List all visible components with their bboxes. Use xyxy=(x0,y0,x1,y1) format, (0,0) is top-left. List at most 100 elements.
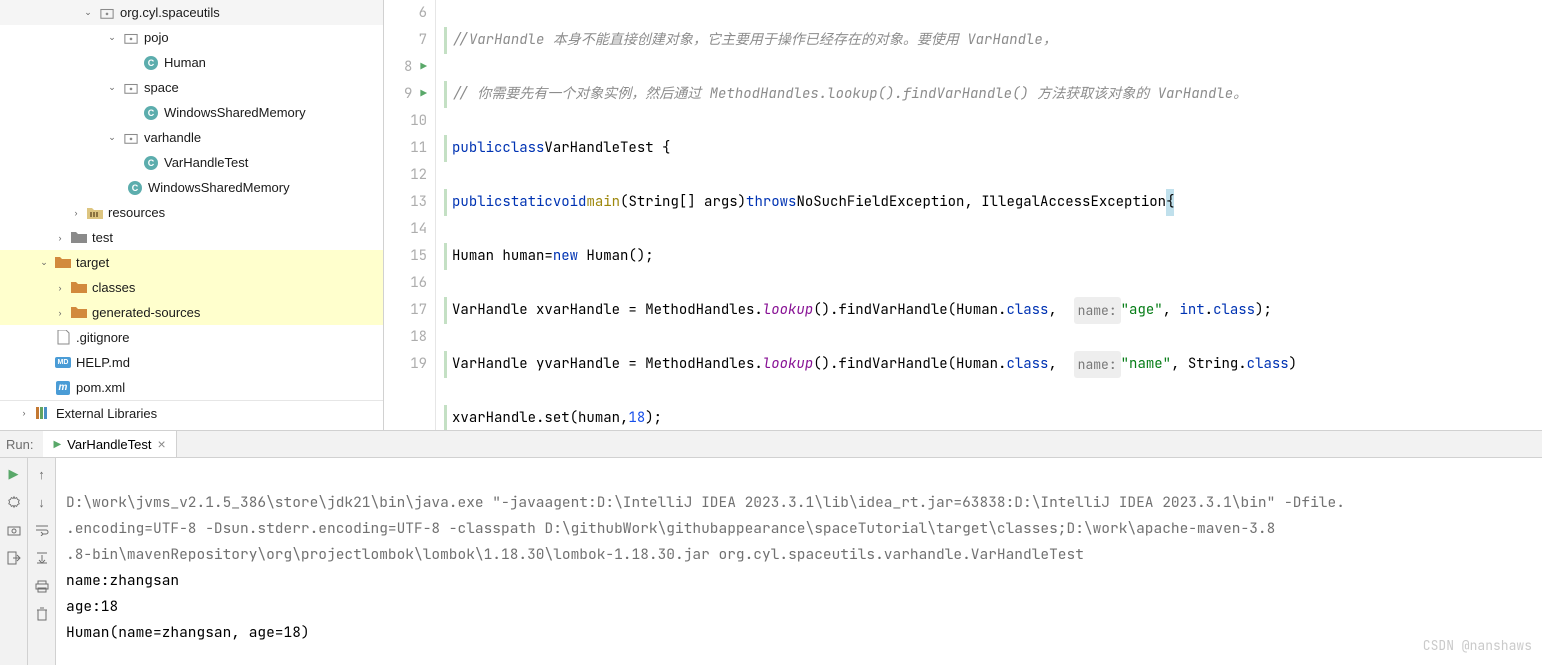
tree-label: classes xyxy=(92,280,135,295)
tree-label: space xyxy=(144,80,179,95)
tree-pomxml[interactable]: m pom.xml xyxy=(0,375,383,400)
line-num: 12 xyxy=(410,162,427,189)
package-icon xyxy=(98,4,116,22)
tree-label: resources xyxy=(108,205,165,220)
markdown-icon: MD xyxy=(54,354,72,372)
tree-label: pom.xml xyxy=(76,380,125,395)
run-gutter-icon[interactable]: ▶ xyxy=(420,54,427,81)
tree-label: HELP.md xyxy=(76,355,130,370)
code-editor[interactable]: 6 7 8▶ 9▶ 10 11 12 13 14 15 16 17 18 19 … xyxy=(384,0,1542,430)
rerun-icon[interactable]: ▶ xyxy=(4,464,24,484)
tree-class-wsm2[interactable]: C WindowsSharedMemory xyxy=(0,175,383,200)
tree-gitignore[interactable]: .gitignore xyxy=(0,325,383,350)
line-num: 11 xyxy=(410,135,427,162)
line-num: 10 xyxy=(410,108,427,135)
tree-label: test xyxy=(92,230,113,245)
param-hint: name: xyxy=(1074,351,1121,378)
folder-icon xyxy=(54,254,72,272)
run-tab[interactable]: ▶ VarHandleTest × xyxy=(43,431,176,457)
file-icon xyxy=(54,329,72,347)
tree-label: VarHandleTest xyxy=(164,155,248,170)
console-cmd: .8-bin\mavenRepository\org\projectlombok… xyxy=(66,545,1084,564)
run-label: Run: xyxy=(6,437,33,452)
code-content[interactable]: //VarHandle 本身不能直接创建对象，它主要用于操作已经存在的对象。要使… xyxy=(436,0,1542,430)
run-console[interactable]: D:\work\jvms_v2.1.5_386\store\jdk21\bin\… xyxy=(56,458,1542,665)
trash-icon[interactable] xyxy=(32,604,52,624)
tree-pkg-org-cyl[interactable]: ⌄ org.cyl.spaceutils xyxy=(0,0,383,25)
tree-class-vht[interactable]: C VarHandleTest xyxy=(0,150,383,175)
folder-icon xyxy=(70,229,88,247)
run-toolbar-left: ▶ xyxy=(0,458,28,665)
tree-class-human[interactable]: C Human xyxy=(0,50,383,75)
tree-label: Human xyxy=(164,55,206,70)
run-config-icon: ▶ xyxy=(53,439,61,450)
tree-class-wsm1[interactable]: C WindowsSharedMemory xyxy=(0,100,383,125)
maven-icon: m xyxy=(54,379,72,397)
folder-icon xyxy=(70,279,88,297)
tree-resources[interactable]: › resources xyxy=(0,200,383,225)
print-icon[interactable] xyxy=(32,576,52,596)
gutter[interactable]: 6 7 8▶ 9▶ 10 11 12 13 14 15 16 17 18 19 xyxy=(384,0,436,430)
line-num: 14 xyxy=(410,216,427,243)
chevron-right-icon: › xyxy=(54,233,66,243)
folder-icon xyxy=(70,304,88,322)
tree-label: WindowsSharedMemory xyxy=(164,105,306,120)
class-icon: C xyxy=(142,104,160,122)
camera-icon[interactable] xyxy=(4,520,24,540)
resources-icon xyxy=(86,204,104,222)
run-toolbar-right: ↑ ↓ xyxy=(28,458,56,665)
package-icon xyxy=(122,79,140,97)
tree-pkg-space[interactable]: ⌄ space xyxy=(0,75,383,100)
console-out: Human(name=zhangsan, age=18) xyxy=(66,623,310,642)
tree-label: varhandle xyxy=(144,130,201,145)
chevron-right-icon: › xyxy=(54,308,66,318)
tree-pkg-varhandle[interactable]: ⌄ varhandle xyxy=(0,125,383,150)
comment: // 你需要先有一个对象实例，然后通过 MethodHandles.lookup… xyxy=(452,81,1247,108)
line-num: 8 xyxy=(404,54,412,81)
tree-test[interactable]: › test xyxy=(0,225,383,250)
console-out: age:18 xyxy=(66,597,118,616)
line-num: 19 xyxy=(410,351,427,378)
line-num: 7 xyxy=(419,27,427,54)
project-tree[interactable]: ⌄ org.cyl.spaceutils ⌄ pojo C Human ⌄ sp… xyxy=(0,0,384,430)
run-header: Run: ▶ VarHandleTest × xyxy=(0,431,1542,458)
run-tab-label: VarHandleTest xyxy=(67,437,151,452)
watermark: CSDN @nanshaws xyxy=(1423,633,1532,659)
tree-label: target xyxy=(76,255,109,270)
scroll-icon[interactable] xyxy=(32,548,52,568)
tree-gensrc[interactable]: › generated-sources xyxy=(0,300,383,325)
close-icon[interactable]: × xyxy=(157,436,165,452)
run-panel: Run: ▶ VarHandleTest × ▶ ↑ ↓ D xyxy=(0,430,1542,665)
tree-label: .gitignore xyxy=(76,330,129,345)
chevron-right-icon: › xyxy=(54,283,66,293)
line-num: 17 xyxy=(410,297,427,324)
tree-extlibs[interactable]: › External Libraries xyxy=(0,400,383,425)
package-icon xyxy=(122,129,140,147)
tree-label: generated-sources xyxy=(92,305,200,320)
tree-label: pojo xyxy=(144,30,169,45)
tree-helpmd[interactable]: MD HELP.md xyxy=(0,350,383,375)
chevron-down-icon: ⌄ xyxy=(106,82,118,93)
tree-classes[interactable]: › classes xyxy=(0,275,383,300)
console-out: name:zhangsan xyxy=(66,571,179,590)
tree-pkg-pojo[interactable]: ⌄ pojo xyxy=(0,25,383,50)
down-icon[interactable]: ↓ xyxy=(32,492,52,512)
wrap-icon[interactable] xyxy=(32,520,52,540)
chevron-right-icon: › xyxy=(70,208,82,218)
tree-label: External Libraries xyxy=(56,406,157,421)
line-num: 13 xyxy=(410,189,427,216)
line-num: 6 xyxy=(419,0,427,27)
exit-icon[interactable] xyxy=(4,548,24,568)
chevron-down-icon: ⌄ xyxy=(106,32,118,43)
class-icon: C xyxy=(126,179,144,197)
package-icon xyxy=(122,29,140,47)
class-icon: C xyxy=(142,54,160,72)
run-gutter-icon[interactable]: ▶ xyxy=(420,81,427,108)
settings-icon[interactable] xyxy=(4,492,24,512)
line-num: 9 xyxy=(404,81,412,108)
library-icon xyxy=(34,404,52,422)
line-num: 18 xyxy=(410,324,427,351)
tree-target[interactable]: ⌄ target xyxy=(0,250,383,275)
tree-label: WindowsSharedMemory xyxy=(148,180,290,195)
up-icon[interactable]: ↑ xyxy=(32,464,52,484)
